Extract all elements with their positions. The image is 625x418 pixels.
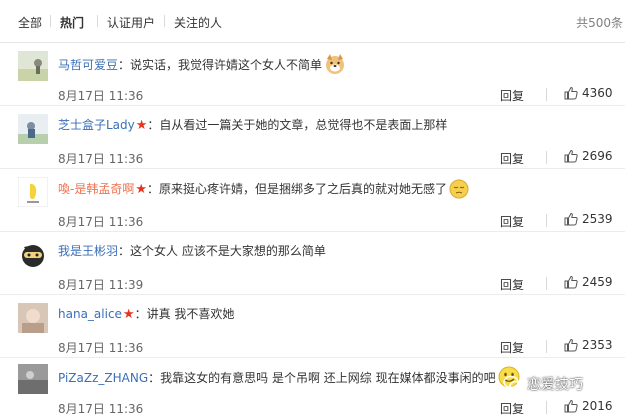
watermark: 恋爱技巧 xyxy=(503,374,583,397)
thumbs-up-icon xyxy=(564,399,578,413)
avatar[interactable] xyxy=(18,51,48,81)
username-link[interactable]: PiZaZz_ZHANG xyxy=(58,371,148,385)
pensive-face-emoji xyxy=(449,179,469,202)
comment-total-count: 共500条 xyxy=(576,16,623,30)
dog-face-emoji xyxy=(324,53,346,78)
comment-text: ：原来挺心疼许婧，但是捆绑多了之后真的就对她无感了 xyxy=(147,182,448,196)
comment-item: 马哲可爱豆：说实话，我觉得许婧这个女人不简单 8月17日 11:36 回复 43… xyxy=(0,43,625,106)
comment-line: 我是王彬羽：这个女人 应该不是大家想的那么简单 xyxy=(58,242,326,259)
action-divider xyxy=(546,277,547,290)
thumbs-up-icon xyxy=(564,86,578,100)
username-link[interactable]: 芝士盒子Lady xyxy=(58,118,135,132)
comment-text: ：这个女人 应该不是大家想的那么简单 xyxy=(118,244,326,258)
action-divider xyxy=(546,401,547,414)
like-button[interactable]: 2459 xyxy=(564,275,613,289)
comment-line: 芝士盒子Lady★：自从看过一篇关于她的文章，总觉得也不是表面上那样 xyxy=(58,116,447,133)
reply-button[interactable]: 回复 xyxy=(500,400,524,417)
comment-time: 8月17日 11:36 xyxy=(58,215,144,229)
action-divider xyxy=(546,214,547,227)
comment-line: PiZaZz_ZHANG：我靠这女的有意思吗 是个吊啊 还上网综 现在媒体都没事… xyxy=(58,366,520,391)
comment-item: hana_alice★：讲真 我不喜欢她 8月17日 11:36 回复 2353 xyxy=(0,295,625,358)
tab-divider xyxy=(97,15,98,27)
thumbs-up-icon xyxy=(564,275,578,289)
comment-text: ：说实话，我觉得许婧这个女人不简单 xyxy=(118,58,323,72)
action-divider xyxy=(546,88,547,101)
tab-following[interactable]: 关注的人 xyxy=(174,14,222,31)
tab-divider xyxy=(164,15,165,27)
comment-item: 芝士盒子Lady★：自从看过一篇关于她的文章，总觉得也不是表面上那样 8月17日… xyxy=(0,106,625,169)
avatar[interactable] xyxy=(18,364,48,394)
like-count: 2696 xyxy=(582,149,613,163)
reply-button[interactable]: 回复 xyxy=(500,150,524,167)
tab-all[interactable]: 全部 xyxy=(18,14,42,31)
comment-text: ：自从看过一篇关于她的文章，总觉得也不是表面上那样 xyxy=(147,118,448,132)
comment-item: 喚-是韩孟奇啊★：原来挺心疼许婧，但是捆绑多了之后真的就对她无感了 8月17日 … xyxy=(0,169,625,232)
comment-time: 8月17日 11:36 xyxy=(58,89,144,103)
verified-star-icon: ★ xyxy=(135,118,148,133)
reply-button[interactable]: 回复 xyxy=(500,87,524,104)
like-count: 4360 xyxy=(582,86,613,100)
reply-button[interactable]: 回复 xyxy=(500,276,524,293)
thumbs-up-icon xyxy=(564,212,578,226)
like-count: 2539 xyxy=(582,212,613,226)
like-count: 2016 xyxy=(582,399,613,413)
comment-line: hana_alice★：讲真 我不喜欢她 xyxy=(58,305,234,322)
like-count: 2459 xyxy=(582,275,613,289)
avatar[interactable] xyxy=(18,303,48,333)
reply-button[interactable]: 回复 xyxy=(500,213,524,230)
like-button[interactable]: 2016 xyxy=(564,399,613,413)
action-divider xyxy=(546,340,547,353)
thumbs-up-icon xyxy=(564,149,578,163)
comment-time: 8月17日 11:36 xyxy=(58,402,144,416)
like-button[interactable]: 2696 xyxy=(564,149,613,163)
like-button[interactable]: 2539 xyxy=(564,212,613,226)
verified-star-icon: ★ xyxy=(122,307,135,322)
like-button[interactable]: 2353 xyxy=(564,338,613,352)
reply-button[interactable]: 回复 xyxy=(500,339,524,356)
like-button[interactable]: 4360 xyxy=(564,86,613,100)
verified-star-icon: ★ xyxy=(135,182,147,197)
like-count: 2353 xyxy=(582,338,613,352)
comment-time: 8月17日 11:36 xyxy=(58,152,144,166)
comment-time: 8月17日 11:36 xyxy=(58,341,144,355)
comment-item: 我是王彬羽：这个女人 应该不是大家想的那么简单 8月17日 11:39 回复 2… xyxy=(0,232,625,295)
thumbs-up-icon xyxy=(564,338,578,352)
comment-line: 喚-是韩孟奇啊★：原来挺心疼许婧，但是捆绑多了之后真的就对她无感了 xyxy=(58,179,469,202)
wechat-icon xyxy=(503,375,523,397)
watermark-text: 恋爱技巧 xyxy=(527,377,583,393)
comment-time: 8月17日 11:39 xyxy=(58,278,144,292)
avatar[interactable] xyxy=(18,177,48,207)
comment-text: ：我靠这女的有意思吗 是个吊啊 还上网综 现在媒体都没事闲的吧 xyxy=(148,371,496,385)
tab-verified-users[interactable]: 认证用户 xyxy=(107,14,155,31)
tab-divider xyxy=(50,15,51,27)
username-link[interactable]: 马哲可爱豆 xyxy=(58,58,118,72)
tab-hot[interactable]: 热门 xyxy=(60,14,84,31)
username-link[interactable]: 我是王彬羽 xyxy=(58,244,118,258)
comment-line: 马哲可爱豆：说实话，我觉得许婧这个女人不简单 xyxy=(58,53,346,78)
action-divider xyxy=(546,151,547,164)
avatar[interactable] xyxy=(18,114,48,144)
comment-filter-tabs: 全部 热门 认证用户 关注的人 共500条 xyxy=(0,0,625,43)
username-link[interactable]: 喚-是韩孟奇啊 xyxy=(58,182,134,196)
avatar[interactable] xyxy=(18,240,48,270)
comment-text: ：讲真 我不喜欢她 xyxy=(134,307,235,321)
username-link[interactable]: hana_alice xyxy=(58,307,122,321)
